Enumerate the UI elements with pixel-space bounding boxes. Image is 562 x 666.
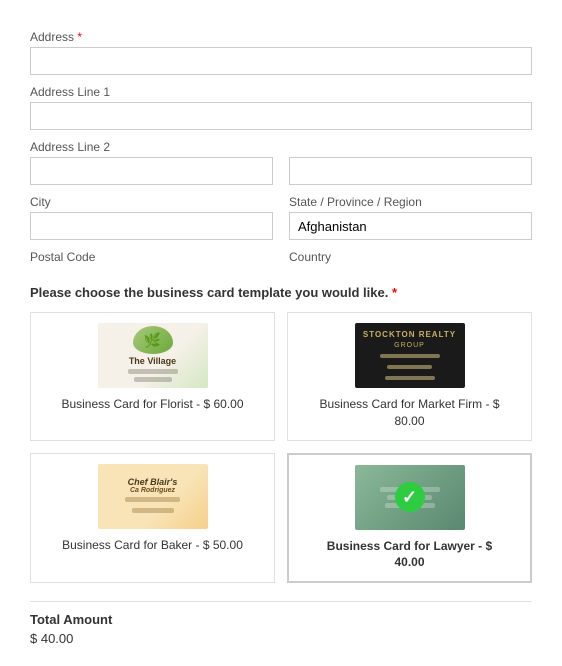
state-input[interactable]	[289, 157, 532, 185]
card-option-lawyer[interactable]: Business Card for Lawyer - $40.00	[287, 453, 532, 584]
country-label: Country	[289, 250, 532, 264]
country-input[interactable]	[289, 212, 532, 240]
section-required-star: *	[392, 285, 397, 300]
card-template-grid: 🌿 The Village Business Card for Florist …	[30, 312, 532, 583]
address-line1-label: Address Line 1	[30, 85, 532, 99]
address-line2-label: Address Line 2	[30, 140, 532, 154]
selected-checkmark	[395, 482, 425, 512]
card-section-title: Please choose the business card template…	[30, 285, 532, 300]
postal-input[interactable]	[30, 212, 273, 240]
market-card-image: STOCKTON REALTY GROUP	[355, 323, 465, 388]
card-option-baker[interactable]: Chef Blair's Ca Rodriguez Business Card …	[30, 453, 275, 584]
address-label: Address *	[30, 30, 532, 44]
lawyer-card-image	[355, 465, 465, 530]
total-section: Total Amount $ 40.00	[30, 601, 532, 646]
state-label: State / Province / Region	[289, 195, 532, 209]
city-label: City	[30, 195, 273, 209]
baker-card-label: Business Card for Baker - $ 50.00	[41, 537, 264, 554]
florist-card-image: 🌿 The Village	[98, 323, 208, 388]
address-section: Address * Address Line 1 Address Line 2 …	[30, 30, 532, 267]
total-label: Total Amount	[30, 612, 532, 627]
total-value: $ 40.00	[30, 631, 532, 646]
florist-card-label: Business Card for Florist - $ 60.00	[41, 396, 264, 413]
card-option-florist[interactable]: 🌿 The Village Business Card for Florist …	[30, 312, 275, 441]
city-input[interactable]	[30, 157, 273, 185]
postal-label: Postal Code	[30, 250, 273, 264]
card-option-market[interactable]: STOCKTON REALTY GROUP Business Card for …	[287, 312, 532, 441]
lawyer-card-label: Business Card for Lawyer - $40.00	[299, 538, 520, 572]
market-card-label: Business Card for Market Firm - $80.00	[298, 396, 521, 430]
required-star: *	[77, 30, 82, 44]
address-line1-input[interactable]	[30, 47, 532, 75]
baker-card-image: Chef Blair's Ca Rodriguez	[98, 464, 208, 529]
address-line2-input[interactable]	[30, 102, 532, 130]
